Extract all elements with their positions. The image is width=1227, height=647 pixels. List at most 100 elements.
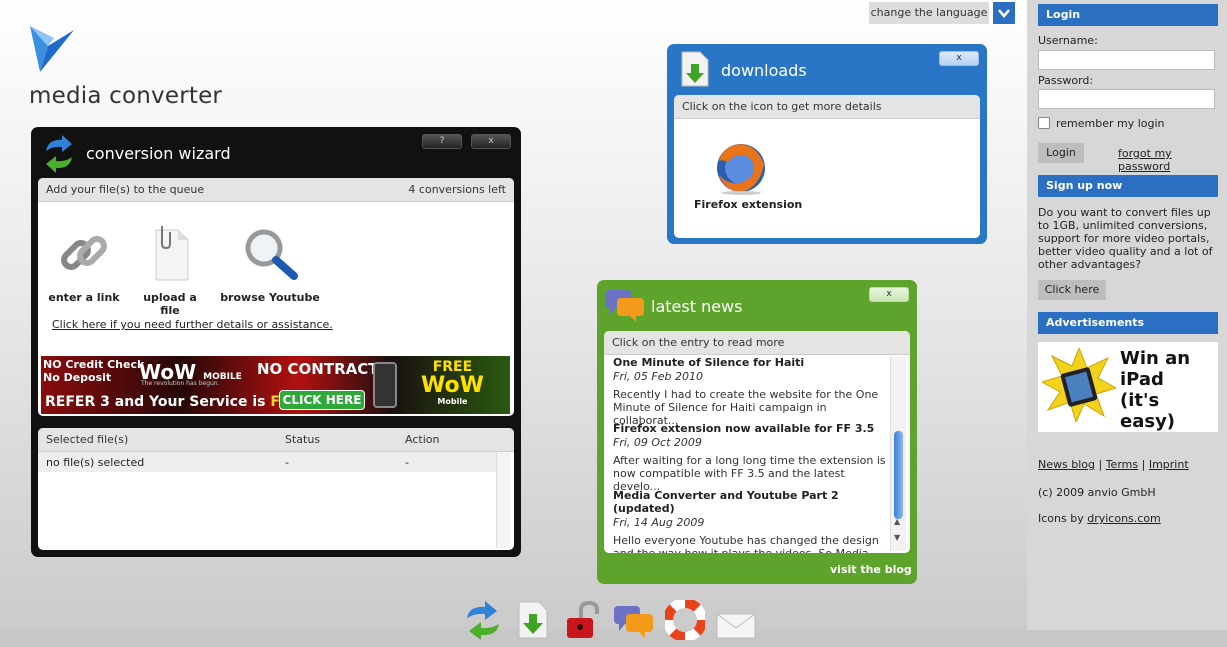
scroll-up-icon[interactable]: ▲ (894, 517, 900, 526)
downloads-panel: Click on the icon to get more details Fi… (674, 95, 980, 238)
chain-link-icon (48, 226, 120, 285)
username-label: Username: (1038, 34, 1098, 47)
visit-blog-link[interactable]: visit the blog (830, 563, 912, 576)
copyright: (c) 2009 anvio GmbH (1038, 486, 1156, 499)
footer-separator: | (1141, 458, 1146, 471)
ad-line1: Win an (1120, 348, 1191, 369)
wizard-title: conversion wizard (86, 144, 231, 163)
cell-status: - (285, 456, 289, 469)
news-item-date: Fri, 05 Feb 2010 (613, 370, 703, 383)
icons-credit-prefix: Icons by (1038, 512, 1084, 525)
enter-link-label: enter a link (48, 291, 120, 304)
news-item[interactable]: One Minute of Silence for Haiti Fri, 05 … (613, 356, 888, 427)
forgot-password-link[interactable]: forgot my password (1118, 147, 1227, 173)
table-header: Selected file(s) Status Action (38, 428, 514, 452)
news-item-text: After waiting for a long long time the e… (613, 454, 886, 493)
ad-line2: iPad (1120, 369, 1164, 390)
password-label: Password: (1038, 74, 1094, 87)
downloads-hint: Click on the icon to get more details (682, 100, 882, 113)
table-row[interactable]: no file(s) selected - - (38, 452, 498, 472)
lock-icon[interactable] (563, 600, 603, 640)
download-icon (680, 50, 710, 91)
cell-action: - (405, 456, 409, 469)
assistance-link[interactable]: Click here if you need further details o… (52, 318, 333, 331)
browse-youtube-label: browse Youtube (220, 291, 320, 304)
news-blog-link[interactable]: News blog (1038, 458, 1095, 471)
remember-checkbox[interactable] (1038, 117, 1050, 129)
signup-button[interactable]: Click here (1038, 280, 1106, 300)
ad-phone-icon (373, 362, 397, 408)
news-item-date: Fri, 14 Aug 2009 (613, 516, 705, 529)
sidebar: Login Username: Password: remember my lo… (1027, 0, 1227, 647)
change-language-button[interactable]: change the language (869, 2, 989, 24)
username-field[interactable] (1038, 50, 1215, 70)
news-close-button[interactable]: x (869, 287, 909, 302)
files-table: Selected file(s) Status Action no file(s… (38, 428, 514, 550)
column-status: Status (285, 433, 321, 446)
upload-file-label: upload a file (143, 291, 197, 317)
news-item[interactable]: Firefox extension now available for FF 3… (613, 422, 888, 493)
news-scrollbar[interactable]: ▲ ▼ (890, 357, 906, 551)
lifebuoy-icon[interactable] (663, 598, 707, 642)
imprint-link[interactable]: Imprint (1149, 458, 1189, 471)
chat-icon[interactable] (613, 600, 653, 640)
convert-arrows-icon (42, 135, 76, 176)
browse-youtube-button[interactable]: browse Youtube (220, 226, 320, 304)
ad-refer: REFER 3 and Your Service is (45, 394, 266, 410)
queue-label: Add your file(s) to the queue (46, 183, 205, 196)
terms-link[interactable]: Terms (1106, 458, 1138, 471)
downloads-header: Click on the icon to get more details (674, 95, 980, 119)
convert-icon[interactable] (463, 600, 503, 640)
footer-separator: | (1098, 458, 1103, 471)
login-header: Login (1038, 4, 1218, 26)
column-files: Selected file(s) (46, 433, 129, 446)
cell-file: no file(s) selected (46, 456, 145, 469)
ads-header: Advertisements (1038, 312, 1218, 334)
firefox-icon[interactable] (714, 141, 768, 198)
dryicons-link[interactable]: dryicons.com (1087, 512, 1161, 525)
bird-logo-icon[interactable] (28, 24, 76, 77)
upload-file-button[interactable]: upload a file (134, 226, 206, 317)
scroll-down-icon[interactable]: ▼ (894, 533, 900, 542)
table-scrollbar[interactable] (496, 452, 510, 548)
help-button[interactable]: ? (422, 134, 462, 149)
ad-tagline: The revolution has begun. (141, 380, 220, 387)
ad-line3: (it's easy) (1120, 390, 1176, 432)
news-item-title: Media Converter and Youtube Part 2 (upda… (613, 489, 839, 515)
ad-mobile2: Mobile (437, 397, 468, 406)
ipad-ad[interactable]: Win an iPad (it's easy) (1038, 342, 1218, 432)
news-item-title: Firefox extension now available for FF 3… (613, 422, 875, 435)
remember-label[interactable]: remember my login (1056, 117, 1165, 130)
login-button[interactable]: Login (1038, 143, 1084, 163)
news-panel: Click on the entry to read more One Minu… (604, 331, 910, 553)
news-hint: Click on the entry to read more (612, 336, 785, 349)
news-header: Click on the entry to read more (604, 331, 910, 355)
queue-panel: Add your file(s) to the queue 4 conversi… (38, 178, 514, 416)
news-item-title: One Minute of Silence for Haiti (613, 356, 805, 369)
queue-header: Add your file(s) to the queue 4 conversi… (38, 178, 514, 202)
news-item-text: Hello everyone Youtube has changed the d… (613, 534, 879, 553)
news-scroll-thumb[interactable] (894, 431, 903, 519)
ad-line1: NO Credit Check (43, 358, 145, 371)
chevron-down-icon[interactable] (993, 2, 1015, 24)
chat-bubbles-icon (604, 288, 646, 325)
firefox-extension-label[interactable]: Firefox extension (694, 198, 802, 211)
conversions-left: 4 conversions left (408, 183, 506, 196)
ad-banner[interactable]: NO Credit Check No Deposit WoW MOBILE Th… (41, 356, 510, 414)
site-title: media converter (29, 83, 223, 109)
ad-wow2: WoW (421, 373, 484, 398)
column-action: Action (405, 433, 440, 446)
icons-credit: Icons by dryicons.com (1038, 512, 1161, 525)
close-button[interactable]: x (471, 134, 511, 149)
enter-link-button[interactable]: enter a link (48, 226, 120, 304)
news-item[interactable]: Media Converter and Youtube Part 2 (upda… (613, 489, 888, 553)
password-field[interactable] (1038, 89, 1215, 109)
mail-icon[interactable] (715, 600, 756, 640)
news-title: latest news (651, 297, 743, 316)
downloads-close-button[interactable]: x (939, 51, 979, 66)
ad-cta-button[interactable]: CLICK HERE (279, 390, 365, 410)
signup-text: Do you want to convert files up to 1GB, … (1038, 206, 1213, 271)
download-icon[interactable] (513, 600, 553, 640)
signup-header: Sign up now (1038, 175, 1218, 197)
footer-links: News blog | Terms | Imprint (1038, 458, 1189, 471)
